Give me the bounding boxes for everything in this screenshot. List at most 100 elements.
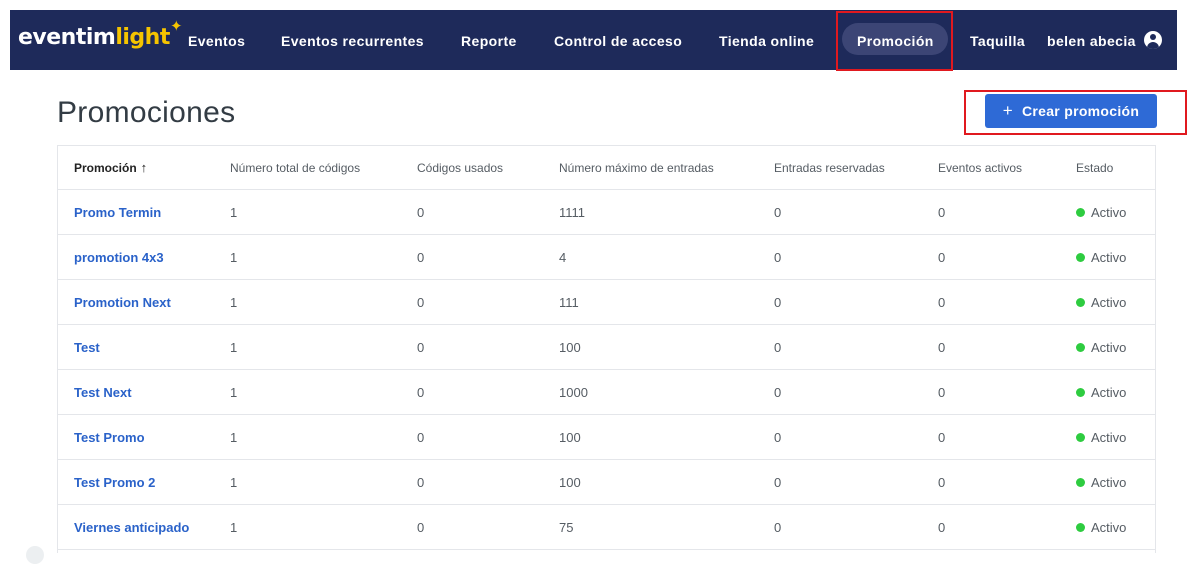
promo-name-link[interactable]: Promotion Next [74, 280, 171, 324]
promo-name-link[interactable]: Test [74, 325, 100, 369]
status: Activo [1076, 190, 1126, 234]
active-events: 0 [938, 339, 946, 355]
column-header-total-codigos: Número total de códigos [230, 160, 361, 175]
star-icon: ✦ [170, 17, 183, 35]
column-header-estado: Estado [1076, 160, 1114, 175]
max-entries: 100 [559, 429, 581, 445]
nav-taquilla[interactable]: Taquilla [970, 33, 1025, 49]
promo-name-link[interactable]: Viernes anticipado [74, 505, 189, 549]
used-codes: 0 [417, 519, 425, 535]
status-label: Activo [1091, 384, 1127, 400]
column-header-eventos-activos: Eventos activos [938, 160, 1023, 175]
nav-eventos[interactable]: Eventos [188, 33, 245, 49]
active-events: 0 [938, 249, 946, 265]
status-label: Activo [1091, 339, 1127, 355]
promo-name-link[interactable]: Test Next [74, 370, 132, 414]
status-dot-icon [1076, 297, 1085, 307]
reserved-entries: 0 [774, 204, 782, 220]
max-entries: 4 [559, 249, 567, 265]
table-row[interactable]: Promotion Next 1 0 111 0 0 Activo [58, 280, 1155, 325]
status: Activo [1076, 325, 1126, 369]
status: Activo [1076, 460, 1126, 504]
reserved-entries: 0 [774, 384, 782, 400]
promotion-link[interactable]: Test Promo 2 [74, 475, 155, 490]
annotation-highlight-nav [836, 11, 953, 71]
sort-arrow-up-icon[interactable]: ↑ [141, 160, 148, 175]
total-codes: 1 [230, 204, 238, 220]
promotion-link[interactable]: promotion 4x3 [74, 250, 164, 265]
table-row[interactable]: promotion 4x3 1 0 4 0 0 Activo [58, 235, 1155, 280]
table-row[interactable]: Test Promo 2 1 0 100 0 0 Activo [58, 460, 1155, 505]
status: Activo [1076, 280, 1126, 324]
help-bubble-icon[interactable] [26, 546, 44, 564]
used-codes: 0 [417, 384, 425, 400]
promotion-link[interactable]: Test Next [74, 385, 132, 400]
total-codes: 1 [230, 474, 238, 490]
max-entries: 1000 [559, 384, 588, 400]
max-entries: 100 [559, 474, 581, 490]
status-label: Activo [1091, 429, 1127, 445]
active-events: 0 [938, 384, 946, 400]
status-label: Activo [1091, 249, 1127, 265]
user-name[interactable]: belen abecia [1047, 33, 1136, 49]
status-dot-icon [1076, 477, 1085, 487]
table-row[interactable]: Test Promo 1 0 100 0 0 Activo [58, 415, 1155, 460]
column-header-codigos-usados: Códigos usados [417, 160, 504, 175]
status-label: Activo [1091, 519, 1127, 535]
status-label: Activo [1091, 474, 1127, 490]
status-dot-icon [1076, 387, 1085, 397]
active-events: 0 [938, 429, 946, 445]
reserved-entries: 0 [774, 294, 782, 310]
used-codes: 0 [417, 339, 425, 355]
nav-tienda-online[interactable]: Tienda online [719, 33, 814, 49]
max-entries: 1111 [559, 204, 586, 220]
promo-name-link[interactable]: Test Promo 2 [74, 460, 155, 504]
reserved-entries: 0 [774, 474, 782, 490]
promo-name-link[interactable]: promotion 4x3 [74, 235, 164, 279]
active-events: 0 [938, 474, 946, 490]
user-circle-icon[interactable] [1144, 31, 1162, 49]
status: Activo [1076, 505, 1126, 549]
nav-reporte[interactable]: Reporte [461, 33, 517, 49]
promo-name-link[interactable]: Test Promo [74, 415, 145, 459]
nav-eventos-recurrentes[interactable]: Eventos recurrentes [281, 33, 424, 49]
active-events: 0 [938, 204, 946, 220]
total-codes: 1 [230, 519, 238, 535]
table-row[interactable]: Promo Termin 1 0 1111 0 0 Activo [58, 190, 1155, 235]
used-codes: 0 [417, 429, 425, 445]
max-entries: 100 [559, 339, 581, 355]
annotation-highlight-button [964, 90, 1187, 135]
table-row[interactable]: Viernes anticipado 1 0 75 0 0 Activo [58, 505, 1155, 550]
reserved-entries: 0 [774, 249, 782, 265]
table-row[interactable]: Test 1 0 100 0 0 Activo [58, 325, 1155, 370]
eventimlight-logo[interactable]: eventimlight ✦ [18, 17, 183, 50]
used-codes: 0 [417, 294, 425, 310]
active-events: 0 [938, 294, 946, 310]
total-codes: 1 [230, 294, 238, 310]
promotion-link[interactable]: Promo Termin [74, 205, 161, 220]
promotion-link[interactable]: Test [74, 340, 100, 355]
column-header-promocion[interactable]: Promoción ↑ [74, 146, 147, 189]
total-codes: 1 [230, 384, 238, 400]
status-dot-icon [1076, 207, 1085, 217]
used-codes: 0 [417, 474, 425, 490]
status-label: Activo [1091, 204, 1127, 220]
status: Activo [1076, 415, 1126, 459]
status-dot-icon [1076, 432, 1085, 442]
max-entries: 75 [559, 519, 574, 535]
reserved-entries: 0 [774, 429, 782, 445]
promotion-link[interactable]: Test Promo [74, 430, 145, 445]
active-events: 0 [938, 519, 946, 535]
promotion-link[interactable]: Viernes anticipado [74, 520, 189, 535]
table-row[interactable]: Test Next 1 0 1000 0 0 Activo [58, 370, 1155, 415]
column-header-max-entradas: Número máximo de entradas [559, 160, 714, 175]
status-label: Activo [1091, 294, 1127, 310]
max-entries: 111 [559, 294, 579, 310]
total-codes: 1 [230, 249, 238, 265]
reserved-entries: 0 [774, 519, 782, 535]
status: Activo [1076, 235, 1126, 279]
promotions-table: Promoción ↑ Número total de códigos Códig… [57, 145, 1156, 553]
nav-control-de-acceso[interactable]: Control de acceso [554, 33, 682, 49]
promotion-link[interactable]: Promotion Next [74, 295, 171, 310]
promo-name-link[interactable]: Promo Termin [74, 190, 161, 234]
